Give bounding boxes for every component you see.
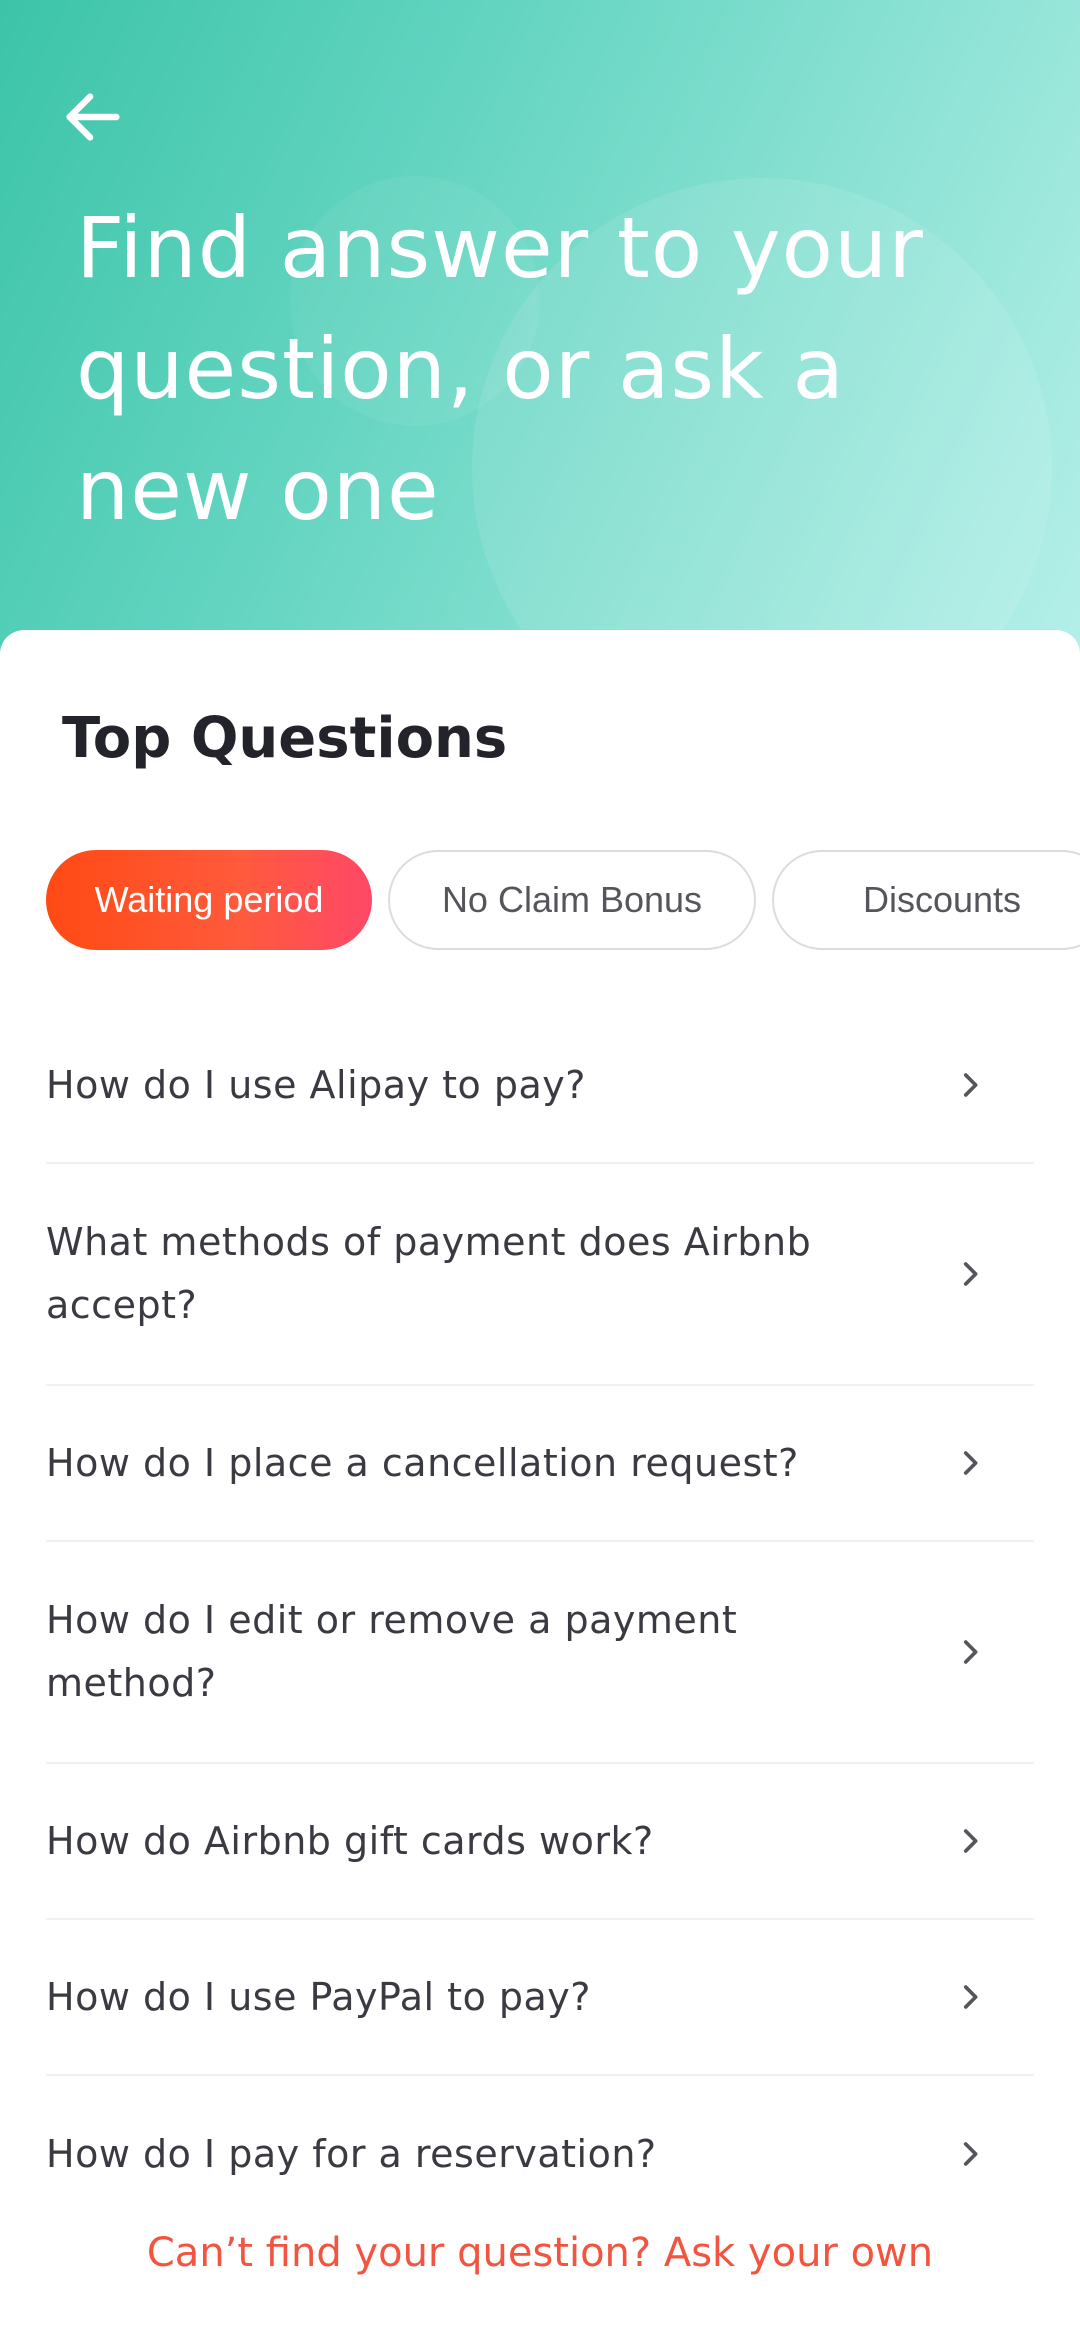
chevron-right-icon [950,1254,990,1294]
content-sheet: Top Questions Waiting period No Claim Bon… [0,630,1080,2340]
chevron-right-icon [950,1443,990,1483]
chip-no-claim-bonus[interactable]: No Claim Bonus [388,850,756,950]
question-item[interactable]: How do I edit or remove a payment method… [46,1542,1034,1764]
question-item[interactable]: How do I use Alipay to pay? [46,1008,1034,1164]
question-text: How do I edit or remove a payment method… [46,1598,738,1705]
chevron-right-icon [950,2134,990,2174]
question-text: How do I use Alipay to pay? [46,1062,586,1107]
question-text: What methods of payment does Airbnb acce… [46,1220,812,1327]
section-title: Top Questions [62,706,508,771]
chevron-right-icon [950,1632,990,1672]
chevron-right-icon [950,1977,990,2017]
chevron-right-icon [950,1065,990,1105]
question-item[interactable]: How do I place a cancellation request? [46,1386,1034,1542]
question-text: How do I use PayPal to pay? [46,1974,591,2019]
back-button[interactable] [48,72,138,162]
help-screen: Find answer to your question, or ask a n… [0,0,1080,2340]
question-text: How do I pay for a reservation? [46,2131,657,2176]
page-title: Find answer to your question, or ask a n… [76,199,924,539]
question-list: How do I use Alipay to pay? What methods… [46,1008,1034,2232]
question-item[interactable]: How do Airbnb gift cards work? [46,1764,1034,1920]
question-item[interactable]: How do I pay for a reservation? [46,2076,1034,2232]
ask-question-link[interactable]: Can’t find your question? Ask your own [0,2230,1080,2276]
chip-discounts[interactable]: Discounts [772,850,1080,950]
question-text: How do Airbnb gift cards work? [46,1818,654,1863]
question-item[interactable]: What methods of payment does Airbnb acce… [46,1164,1034,1386]
hero-header: Find answer to your question, or ask a n… [0,0,1080,700]
chevron-right-icon [950,1821,990,1861]
question-text: How do I place a cancellation request? [46,1440,799,1485]
question-item[interactable]: How do I use PayPal to pay? [46,1920,1034,2076]
category-chips: Waiting period No Claim Bonus Discounts [46,850,1080,954]
chip-waiting-period[interactable]: Waiting period [46,850,372,950]
arrow-left-icon [66,93,120,141]
